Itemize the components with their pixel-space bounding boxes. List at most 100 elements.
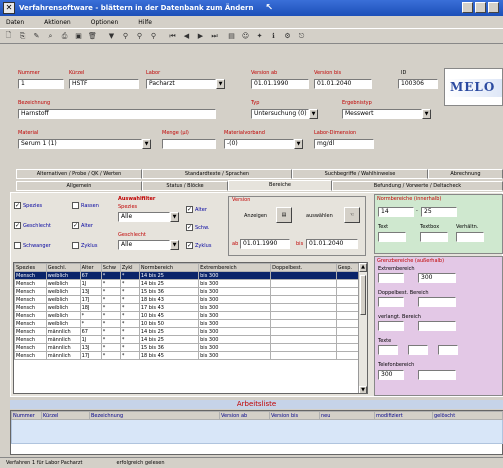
auswahl-geschlecht-select[interactable]: Alle — [118, 240, 170, 250]
table-scrollbar[interactable]: ▲ ▼ — [358, 263, 367, 393]
table-row[interactable]: Mensch weiblich 67 * * 14 bis 25 bis 300 — [14, 271, 360, 280]
report-icon[interactable]: ▤ — [226, 31, 237, 42]
bezeichnung-field[interactable]: Harnstoff — [18, 109, 216, 119]
column-header[interactable]: Extrembereich — [198, 263, 272, 272]
tab-standardtexte[interactable]: Standardtexte / Sprachen — [142, 169, 292, 179]
alter-checkbox[interactable]: ✓ Alter — [72, 222, 93, 229]
auswahl-geschlecht-dropdown-button[interactable]: ▼ — [170, 240, 179, 250]
table-row[interactable]: Mensch weiblich * * * 10 bis 45 bis 300 — [14, 311, 360, 320]
verlangt-from-field[interactable] — [378, 321, 404, 331]
table-row[interactable]: Mensch weiblich * * * 10 bis 50 bis 300 — [14, 319, 360, 328]
menu-daten[interactable]: Daten — [6, 19, 24, 26]
arbeitsliste-column-header[interactable]: neu — [319, 411, 375, 420]
schwanger-checkbox[interactable]: Schwanger — [14, 242, 51, 249]
tab-abrechnung[interactable]: Abrechnung — [428, 169, 503, 179]
texte-field-1[interactable] — [378, 345, 398, 355]
labor-field[interactable]: Pacharzt — [146, 79, 216, 89]
arbeitsliste-column-header[interactable]: gelöscht — [432, 411, 503, 420]
extrem-to-field[interactable]: 300 — [418, 273, 456, 283]
column-header[interactable]: Doppelbest. — [270, 263, 337, 272]
edit-icon[interactable]: ✎ — [31, 31, 42, 42]
norm-to-field[interactable]: 25 — [421, 207, 457, 217]
arbeitsliste-column-header[interactable]: modifiziert — [374, 411, 433, 420]
doppel-from-field[interactable] — [378, 297, 404, 307]
last-record-icon[interactable]: ⏭ — [209, 31, 220, 42]
column-header[interactable]: Alter — [79, 263, 102, 272]
new-icon[interactable]: 🗋 — [3, 31, 14, 42]
tab-bereiche[interactable]: Bereiche — [228, 180, 332, 191]
table-row[interactable]: Mensch männlich 17J * * 18 bis 45 bis 300 — [14, 351, 360, 360]
zyklus-checkbox[interactable]: Zyklus — [72, 242, 97, 249]
norm-textbox-field[interactable] — [420, 232, 448, 242]
version-box-ab-field[interactable]: 01.01.1990 — [240, 239, 290, 249]
geschlecht-checkbox[interactable]: ✓ Geschlecht — [14, 222, 51, 229]
first-record-icon[interactable]: ⏮ — [167, 31, 178, 42]
maximize-button[interactable] — [475, 2, 486, 13]
user-icon[interactable]: ☺ — [240, 31, 251, 42]
materialvorbehand-field[interactable]: -(0) — [224, 139, 294, 149]
menu-aktionen[interactable]: Aktionen — [44, 19, 71, 26]
tab-alternativen[interactable]: Alternativen / Probe / QK / Werten — [16, 169, 142, 179]
column-header[interactable]: Zykl — [119, 263, 140, 272]
auswahl-zyklus-checkbox[interactable]: ✓ Zyklus — [186, 242, 211, 249]
binoculars-icon[interactable]: ⚲ — [120, 31, 131, 42]
version-ab-field[interactable]: 01.01.1990 — [251, 79, 309, 89]
column-header[interactable]: Spezies — [14, 263, 47, 272]
telefon-from-field[interactable]: 300 — [378, 370, 404, 380]
print-preview-icon[interactable]: ⌕ — [45, 31, 56, 42]
column-header[interactable]: Schw — [100, 263, 121, 272]
anzeigen-button[interactable]: ▤ — [276, 207, 292, 223]
materialvorbehand-dropdown-button[interactable]: ▼ — [294, 139, 303, 149]
version-bis-field[interactable]: 01.01.2040 — [314, 79, 372, 89]
table-row[interactable]: Mensch weiblich 17J * * 18 bis 43 bis 300 — [14, 295, 360, 304]
tools-icon[interactable]: ✦ — [254, 31, 265, 42]
delete-icon[interactable]: 🗑 — [87, 31, 98, 42]
column-header[interactable]: Normbereich — [138, 263, 200, 272]
table-row[interactable]: Mensch weiblich 13J * * 15 bis 36 bis 300 — [14, 287, 360, 296]
menu-hilfe[interactable]: Hilfe — [138, 19, 152, 26]
auswahl-alter-checkbox[interactable]: ✓ Alter — [186, 206, 207, 213]
table-row[interactable]: Mensch männlich 13J * * 15 bis 36 bis 300 — [14, 343, 360, 352]
table-row[interactable]: Mensch weiblich 1J * * 14 bis 25 bis 300 — [14, 279, 360, 288]
kuerzel-field[interactable]: HSTF — [69, 79, 139, 89]
norm-verhaelt-field[interactable] — [456, 232, 484, 242]
norm-from-field[interactable]: 14 — [378, 207, 414, 217]
scroll-thumb[interactable] — [360, 275, 366, 315]
spezies-checkbox[interactable]: ✓ Spezies — [14, 202, 42, 209]
doppel-to-field[interactable] — [418, 297, 456, 307]
save-icon[interactable]: ▣ — [73, 31, 84, 42]
auswahl-spezies-dropdown-button[interactable]: ▼ — [170, 212, 179, 222]
tab-allgemein[interactable]: Allgemein — [16, 181, 142, 191]
exit-icon[interactable]: ⎋ — [296, 31, 307, 42]
typ-dropdown-button[interactable]: ▼ — [309, 109, 318, 119]
scroll-down-icon[interactable]: ▼ — [359, 386, 367, 393]
table-row[interactable]: Mensch weiblich 18J * * 17 bis 43 bis 300 — [14, 303, 360, 312]
auswahl-spezies-select[interactable]: Alle — [118, 212, 170, 222]
nummer-field[interactable]: 1 — [18, 79, 64, 89]
rassen-checkbox[interactable]: Rassen — [72, 202, 99, 209]
find-icon[interactable]: ⚲ — [134, 31, 145, 42]
filter-icon[interactable]: ▼ — [106, 31, 117, 42]
scroll-up-icon[interactable]: ▲ — [359, 263, 367, 272]
table-row[interactable]: Mensch männlich 1J * * 14 bis 25 bis 300 — [14, 335, 360, 344]
column-header[interactable]: Gesp. — [335, 263, 360, 272]
prev-record-icon[interactable]: ◀ — [181, 31, 192, 42]
arbeitsliste-column-header[interactable]: Kürzel — [41, 411, 90, 420]
ergebnistyp-dropdown-button[interactable]: ▼ — [422, 109, 431, 119]
arbeitsliste-column-header[interactable]: Nummer — [11, 411, 42, 420]
ergebnistyp-field[interactable]: Messwert — [342, 109, 422, 119]
labor-dropdown-button[interactable]: ▼ — [216, 79, 225, 89]
material-field[interactable]: Serum 1 (1) — [18, 139, 142, 149]
search-next-icon[interactable]: ⚲ — [148, 31, 159, 42]
arbeitsliste-column-header[interactable]: Bezeichnung — [89, 411, 220, 420]
arbeitsliste-column-header[interactable]: Version bis — [269, 411, 320, 420]
arbeitsliste-column-header[interactable]: Version ab — [219, 411, 270, 420]
tab-befundung[interactable]: Befundung / Vorwerte / Deltacheck — [332, 181, 503, 191]
texte-field-3[interactable] — [438, 345, 458, 355]
version-box-bis-field[interactable]: 01.01.2040 — [306, 239, 358, 249]
texte-field-2[interactable] — [408, 345, 428, 355]
verlangt-to-field[interactable] — [418, 321, 456, 331]
close-button[interactable] — [488, 2, 499, 13]
typ-field[interactable]: Untersuchung (0) — [251, 109, 309, 119]
tab-suchbegriffe[interactable]: Suchbegriffe / Wahlhinweise — [292, 169, 428, 179]
